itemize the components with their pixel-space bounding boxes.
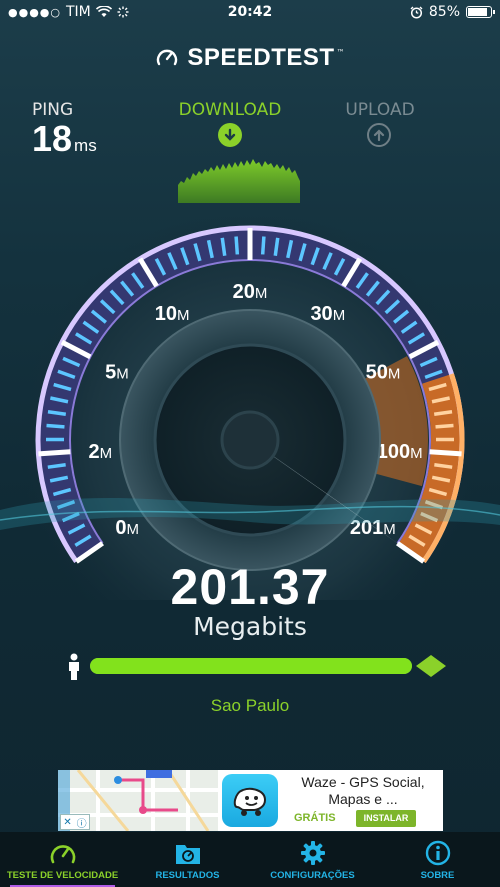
tab-settings[interactable]: CONFIGURAÇÕES (250, 832, 375, 887)
trademark-symbol: ™ (336, 47, 345, 57)
server-location-icon (416, 655, 446, 677)
gauge-minor-tick (234, 236, 240, 255)
download-sparkline (178, 159, 300, 203)
logo-text: SPEEDTEST (187, 44, 335, 71)
ping-value-container: 18 ms (32, 118, 97, 160)
gauge-tick-label: 50M (366, 362, 401, 384)
test-progress-bar (90, 658, 412, 674)
upload-arrow-icon (367, 123, 391, 147)
gauge-tick-label: 2M (89, 441, 113, 463)
app-logo: SPEEDTEST ™ (0, 44, 500, 72)
speedometer-logo-icon (157, 49, 178, 66)
tab-label: RESULTADOS (155, 870, 220, 881)
gauge-major-tick (429, 449, 462, 457)
ad-free-label: GRÁTIS (294, 812, 336, 824)
ad-title: Waze - GPS Social, Mapas e ... (301, 774, 425, 807)
tab-results[interactable]: RESULTADOS (125, 832, 250, 887)
gauge-minor-tick (47, 409, 67, 416)
battery-icon (466, 6, 495, 18)
ad-close-control[interactable]: ✕ ⓘ (60, 814, 90, 830)
gauge-tick-label: 20M (233, 281, 268, 303)
speed-gauge: 0M2M5M10M20M30M50M100M201M (0, 210, 500, 600)
status-bar: ●●●●○ TIM 20:42 85% (0, 0, 500, 26)
ad-install-button[interactable]: INSTALAR (356, 810, 416, 827)
info-icon (425, 840, 450, 866)
gauge-tick-label: 5M (105, 362, 129, 384)
download-arrow-icon (218, 123, 242, 147)
tab-about[interactable]: SOBRE (375, 832, 500, 887)
gauge-minor-tick (273, 237, 280, 256)
server-name[interactable]: Sao Paulo (0, 696, 500, 716)
gauge-tick-label: 0M (115, 517, 139, 539)
gauge-major-tick (38, 449, 71, 457)
gauge-minor-tick (220, 237, 227, 256)
needle-hub (220, 410, 280, 470)
gauge-minor-tick (435, 423, 454, 429)
tab-speed-test[interactable]: TESTE DE VELOCIDADE (0, 832, 125, 887)
ping-label: PING (32, 100, 74, 120)
gauge-minor-tick (434, 463, 453, 469)
gauge-minor-tick (433, 409, 453, 416)
upload-label: UPLOAD (345, 100, 415, 120)
ping-value: 18 (32, 118, 73, 159)
battery-percent: 85% (428, 4, 460, 20)
ad-close-icon[interactable]: ✕ (63, 817, 71, 828)
ad-banner[interactable]: ✕ ⓘ Waze - GPS Social, Mapas e ... GRÁTI… (58, 770, 443, 831)
gauge-tick-label: 10M (155, 303, 190, 325)
speed-result: 201.37 (170, 559, 330, 615)
tab-label: TESTE DE VELOCIDADE (6, 870, 119, 881)
gauge-minor-tick (46, 423, 65, 429)
gauge-tick-label: 100M (377, 441, 423, 463)
ad-info-icon[interactable]: ⓘ (77, 815, 87, 830)
bottom-tab-bar: TESTE DE VELOCIDADE RESULTADOS CONFIGURA… (0, 832, 500, 887)
gauge-minor-tick (47, 463, 66, 469)
waze-app-icon (222, 774, 278, 827)
tab-label: CONFIGURAÇÕES (270, 870, 355, 881)
gear-icon (300, 841, 325, 865)
gauge-minor-tick (260, 236, 266, 255)
test-progress-fill (90, 658, 412, 674)
gauge-tick-label: 30M (310, 303, 345, 325)
person-icon (69, 653, 79, 680)
folder-icon (175, 845, 200, 864)
tab-label: SOBRE (420, 870, 455, 881)
ping-unit: ms (74, 136, 97, 155)
speed-unit: Megabits (193, 612, 307, 641)
alarm-icon (410, 6, 423, 19)
speedometer-icon (50, 845, 75, 864)
download-label: DOWNLOAD (178, 100, 282, 120)
